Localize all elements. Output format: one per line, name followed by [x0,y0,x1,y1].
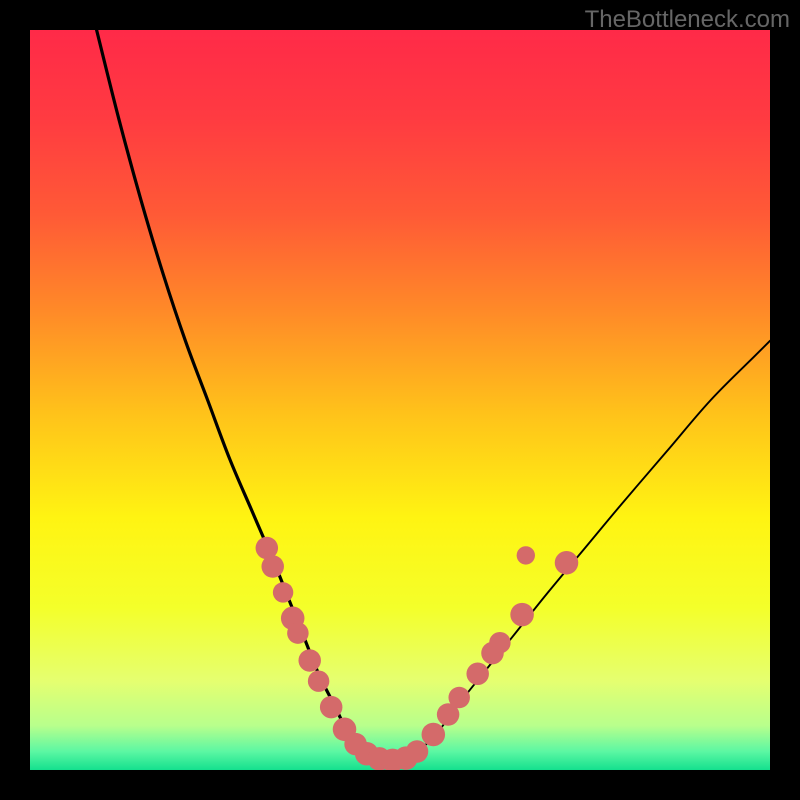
data-marker [406,740,429,763]
data-marker [517,546,535,564]
data-marker [489,632,510,653]
data-marker [287,622,308,643]
data-marker [320,696,343,719]
data-marker [555,551,579,575]
data-marker [510,603,534,627]
data-marker [298,649,321,672]
chart-svg [30,30,770,770]
data-marker [261,555,284,578]
gradient-background [30,30,770,770]
data-marker [448,687,469,708]
chart-frame: TheBottleneck.com [0,0,800,800]
data-marker [308,670,329,691]
data-marker [273,582,293,602]
data-marker [466,663,489,686]
data-marker [422,723,446,747]
plot-area [30,30,770,770]
